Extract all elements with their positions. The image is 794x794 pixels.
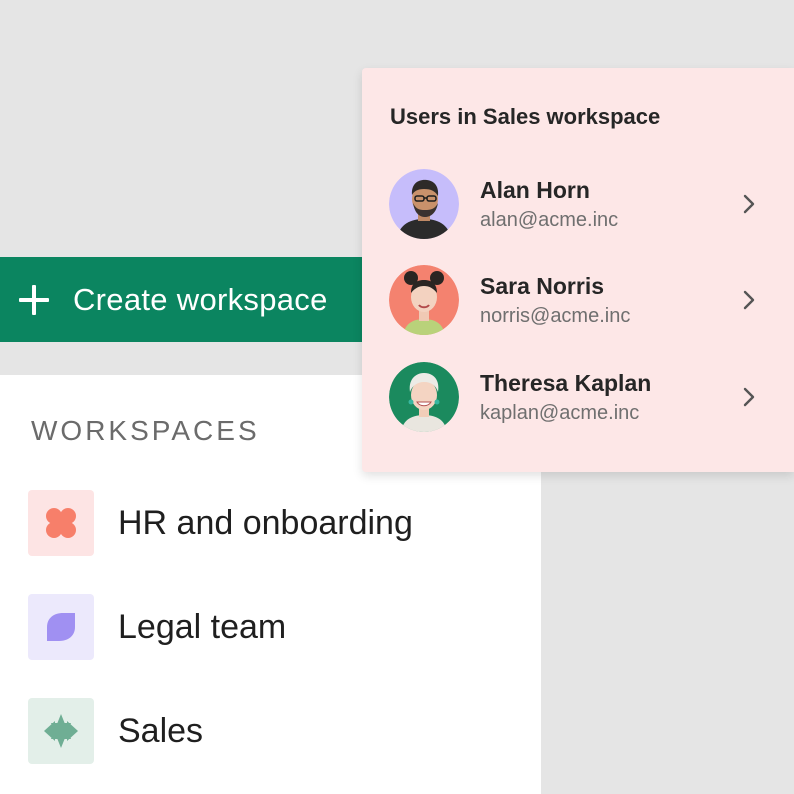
star-icon (28, 698, 94, 764)
avatar (389, 362, 459, 432)
user-row-sara-norris[interactable]: Sara Norris norris@acme.inc (389, 265, 769, 335)
create-workspace-button[interactable]: Create workspace (0, 257, 362, 342)
workspace-name: Legal team (118, 607, 287, 646)
create-workspace-label: Create workspace (73, 281, 328, 317)
avatar (389, 169, 459, 239)
users-popup: Users in Sales workspace Alan Horn alan@… (362, 68, 794, 472)
plus-icon (17, 283, 51, 317)
chevron-right-icon (743, 387, 755, 407)
workspace-item-legal[interactable]: Legal team (28, 594, 286, 660)
users-popup-title: Users in Sales workspace (390, 104, 661, 129)
chevron-right-icon (743, 290, 755, 310)
workspace-name: Sales (118, 711, 204, 750)
user-row-alan-horn[interactable]: Alan Horn alan@acme.inc (389, 169, 769, 239)
user-email: alan@acme.inc (480, 208, 619, 231)
user-email: kaplan@acme.inc (480, 401, 640, 424)
user-row-theresa-kaplan[interactable]: Theresa Kaplan kaplan@acme.inc (389, 362, 769, 432)
workspaces-heading: WORKSPACES (31, 415, 260, 446)
chevron-right-icon (743, 194, 755, 214)
user-name: Alan Horn (480, 176, 590, 203)
leaf-icon (28, 594, 94, 660)
workspace-name: HR and onboarding (118, 503, 413, 542)
workspace-item-sales[interactable]: Sales (28, 698, 203, 764)
user-name: Theresa Kaplan (480, 369, 652, 396)
workspace-item-hr[interactable]: HR and onboarding (28, 490, 413, 556)
user-email: norris@acme.inc (480, 304, 631, 327)
user-name: Sara Norris (480, 272, 605, 299)
avatar (389, 265, 459, 335)
clover-icon (28, 490, 94, 556)
